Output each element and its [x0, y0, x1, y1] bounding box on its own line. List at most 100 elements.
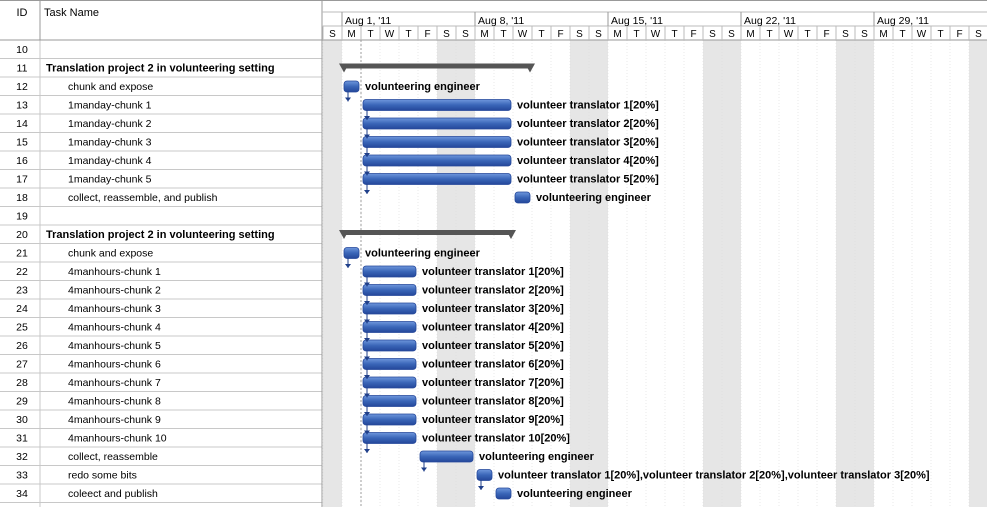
row-id: 20 [16, 229, 28, 241]
row-id: 31 [16, 433, 28, 445]
resource-label: volunteer translator 5[20%] [517, 174, 659, 186]
row-id: 23 [16, 285, 28, 297]
day-letter: S [975, 29, 982, 40]
table-row[interactable]: 10 [16, 44, 28, 56]
resource-label: volunteer translator 1[20%],volunteer tr… [498, 470, 930, 482]
day-letter: T [766, 29, 772, 40]
day-letter: S [728, 29, 735, 40]
resource-label: volunteer translator 3[20%] [517, 137, 659, 149]
task-name: 4manhours-chunk 10 [68, 433, 167, 445]
week-label: Aug 22, '11 [744, 15, 796, 27]
row-id: 15 [16, 137, 28, 149]
task-name: 4manhours-chunk 4 [68, 322, 161, 334]
row-id: 33 [16, 470, 28, 482]
task-name: redo some bits [68, 470, 137, 482]
row-id: 34 [16, 488, 28, 500]
table-row[interactable]: 11 Translation project 2 in volunteering … [17, 63, 275, 75]
row-id: 16 [16, 155, 28, 167]
day-letter: W [917, 29, 927, 40]
resource-label: volunteer translator 10[20%] [422, 433, 570, 445]
resource-label: volunteer translator 7[20%] [422, 377, 564, 389]
task-bar[interactable] [362, 99, 512, 111]
task-bar[interactable] [362, 154, 512, 167]
day-letter: T [937, 29, 943, 40]
id-column-header[interactable]: ID [17, 7, 28, 19]
task-bar[interactable] [362, 321, 417, 333]
task-name: 4manhours-chunk 1 [68, 266, 161, 278]
day-letter: T [804, 29, 810, 40]
day-letter: S [595, 29, 602, 40]
task-name: 4manhours-chunk 6 [68, 359, 161, 371]
task-bar[interactable] [362, 284, 417, 296]
task-bar[interactable] [362, 136, 512, 148]
row-id: 17 [16, 174, 28, 186]
table-row[interactable]: 20 Translation project 2 in volunteering … [16, 229, 274, 241]
task-name-column-header[interactable]: Task Name [44, 7, 99, 19]
task-bar[interactable] [419, 450, 474, 463]
task-bar[interactable] [362, 376, 417, 389]
table-row[interactable]: 19 [16, 211, 28, 223]
task-bar[interactable] [343, 247, 360, 259]
row-id: 14 [16, 118, 28, 130]
row-id: 12 [16, 81, 28, 93]
day-letter: T [671, 29, 677, 40]
task-name: 1manday-chunk 3 [68, 137, 152, 149]
task-name: 1manday-chunk 2 [68, 118, 152, 130]
weekend-shade [969, 40, 987, 507]
task-name: 4manhours-chunk 2 [68, 285, 161, 297]
task-name: chunk and expose [68, 81, 153, 93]
timescale-header: ID Task Name Aug 1, '11 Aug 8, '11 Aug 15,… [0, 0, 987, 41]
task-bar[interactable] [362, 358, 417, 370]
day-letter: S [443, 29, 450, 40]
task-bar[interactable] [514, 191, 531, 204]
task-bar[interactable] [362, 339, 417, 352]
day-letter: S [842, 29, 849, 40]
task-bar[interactable] [362, 173, 512, 185]
resource-label: volunteer translator 4[20%] [422, 322, 564, 334]
row-id: 25 [16, 322, 28, 334]
day-letter: S [861, 29, 868, 40]
week-label: Aug 29, '11 [877, 15, 929, 27]
task-name: 4manhours-chunk 5 [68, 340, 161, 352]
task-bar[interactable] [343, 80, 360, 93]
row-id: 18 [16, 192, 28, 204]
resource-label: volunteering engineer [517, 488, 633, 500]
row-id: 28 [16, 377, 28, 389]
task-bar[interactable] [362, 117, 512, 130]
day-letter: T [405, 29, 411, 40]
resource-label: volunteer translator 9[20%] [422, 414, 564, 426]
day-letter: S [462, 29, 469, 40]
day-letter: F [557, 29, 563, 40]
resource-label: volunteer translator 5[20%] [422, 340, 564, 352]
day-letter: S [576, 29, 583, 40]
task-name: 4manhours-chunk 3 [68, 303, 161, 315]
day-letter: T [367, 29, 373, 40]
resource-label: volunteer translator 2[20%] [422, 285, 564, 297]
day-letter: T [899, 29, 905, 40]
task-bar[interactable] [362, 432, 417, 444]
resource-label: volunteer translator 6[20%] [422, 359, 564, 371]
row-id: 32 [16, 451, 28, 463]
resource-label: volunteer translator 1[20%] [517, 100, 659, 112]
day-letter: W [651, 29, 661, 40]
summary-bar[interactable] [342, 63, 532, 69]
task-bar[interactable] [362, 265, 417, 278]
task-bar[interactable] [495, 487, 512, 500]
row-id: 19 [16, 211, 28, 223]
row-id: 22 [16, 266, 28, 278]
task-bar[interactable] [476, 469, 493, 481]
summary-bar[interactable] [342, 230, 513, 235]
day-letter: M [347, 29, 355, 40]
resource-label: volunteering engineer [536, 192, 652, 204]
day-letter: M [480, 29, 488, 40]
task-bar[interactable] [362, 302, 417, 315]
task-name: coleect and publish [68, 488, 158, 500]
task-bar[interactable] [362, 413, 417, 426]
task-name: Translation project 2 in volunteering se… [46, 229, 275, 241]
resource-label: volunteering engineer [365, 248, 481, 260]
week-label: Aug 1, '11 [345, 15, 391, 27]
day-letter: S [329, 29, 336, 40]
task-name: 4manhours-chunk 7 [68, 377, 161, 389]
day-letter: M [613, 29, 621, 40]
task-bar[interactable] [362, 395, 417, 407]
